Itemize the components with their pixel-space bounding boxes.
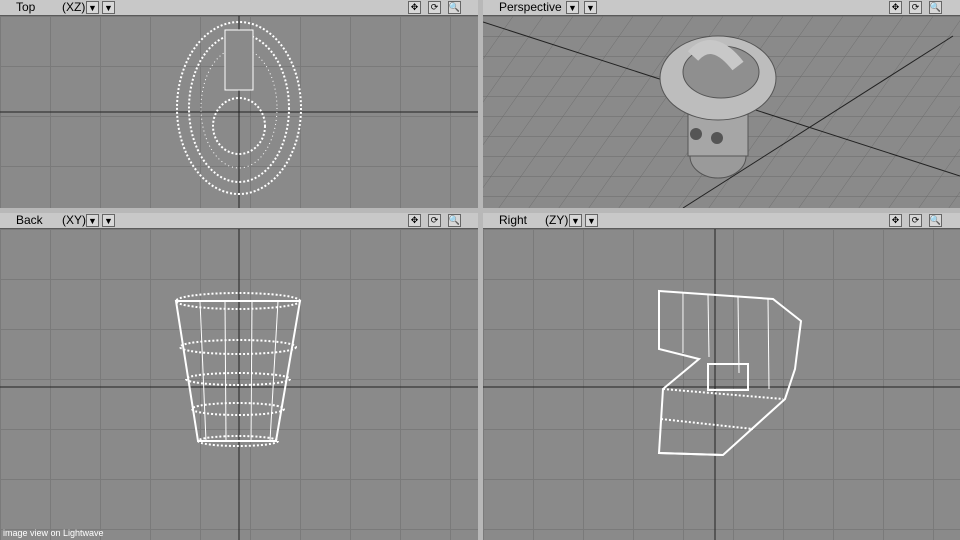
rotate-icon[interactable]: ⟳ [909, 214, 922, 227]
right-view-wireframe [483, 229, 960, 540]
move-icon[interactable]: ✥ [408, 214, 421, 227]
menu-dropdown-button[interactable]: ▼ [102, 214, 115, 227]
viewport-perspective[interactable]: Perspective ▼ ▼ ✥ ⟳ 🔍 [483, 0, 960, 208]
viewport-canvas[interactable] [483, 16, 960, 208]
viewport-title[interactable]: Perspective [499, 0, 562, 15]
menu-dropdown-button[interactable]: ▼ [102, 1, 115, 14]
magnifier-icon[interactable]: 🔍 [448, 1, 461, 14]
magnifier-icon[interactable]: 🔍 [929, 214, 942, 227]
top-view-wireframe [0, 16, 478, 208]
menu-dropdown-button[interactable]: ▼ [585, 214, 598, 227]
magnifier-icon[interactable]: 🔍 [929, 1, 942, 14]
footer-caption: image view on Lightwave [3, 528, 104, 538]
viewport-canvas[interactable] [483, 229, 960, 540]
back-view-wireframe [0, 229, 478, 540]
axis-label[interactable]: (ZY) [545, 213, 568, 228]
viewport-divider-vertical[interactable] [478, 0, 483, 540]
perspective-scene [483, 16, 960, 208]
menu-dropdown-button[interactable]: ▼ [584, 1, 597, 14]
viewport-title[interactable]: Top [16, 0, 35, 15]
viewport-title[interactable]: Back [16, 213, 43, 228]
viewport-right[interactable]: Right (ZY) ▼ ▼ ✥ ⟳ 🔍 [483, 213, 960, 540]
viewport-top-header: Top (XZ) ▼ ▼ ✥ ⟳ 🔍 [0, 0, 478, 16]
axis-label[interactable]: (XZ) [62, 0, 85, 15]
viewport-back[interactable]: Back (XY) ▼ ▼ ✥ ⟳ 🔍 [0, 213, 478, 540]
viewport-canvas[interactable] [0, 229, 478, 540]
dropdown-arrow-icon[interactable]: ▼ [86, 1, 99, 14]
move-icon[interactable]: ✥ [408, 1, 421, 14]
rotate-icon[interactable]: ⟳ [909, 1, 922, 14]
rotate-icon[interactable]: ⟳ [428, 1, 441, 14]
rotate-icon[interactable]: ⟳ [428, 214, 441, 227]
viewport-back-header: Back (XY) ▼ ▼ ✥ ⟳ 🔍 [0, 213, 478, 229]
move-icon[interactable]: ✥ [889, 214, 902, 227]
dropdown-arrow-icon[interactable]: ▼ [569, 214, 582, 227]
magnifier-icon[interactable]: 🔍 [448, 214, 461, 227]
axis-label[interactable]: (XY) [62, 213, 86, 228]
move-icon[interactable]: ✥ [889, 1, 902, 14]
viewport-canvas[interactable] [0, 16, 478, 208]
dropdown-arrow-icon[interactable]: ▼ [86, 214, 99, 227]
viewport-perspective-header: Perspective ▼ ▼ ✥ ⟳ 🔍 [483, 0, 960, 16]
viewport-right-header: Right (ZY) ▼ ▼ ✥ ⟳ 🔍 [483, 213, 960, 229]
dropdown-arrow-icon[interactable]: ▼ [566, 1, 579, 14]
viewport-divider-horizontal[interactable] [0, 208, 960, 213]
viewport-top[interactable]: Top (XZ) ▼ ▼ ✥ ⟳ 🔍 [0, 0, 478, 208]
viewport-title[interactable]: Right [499, 213, 527, 228]
